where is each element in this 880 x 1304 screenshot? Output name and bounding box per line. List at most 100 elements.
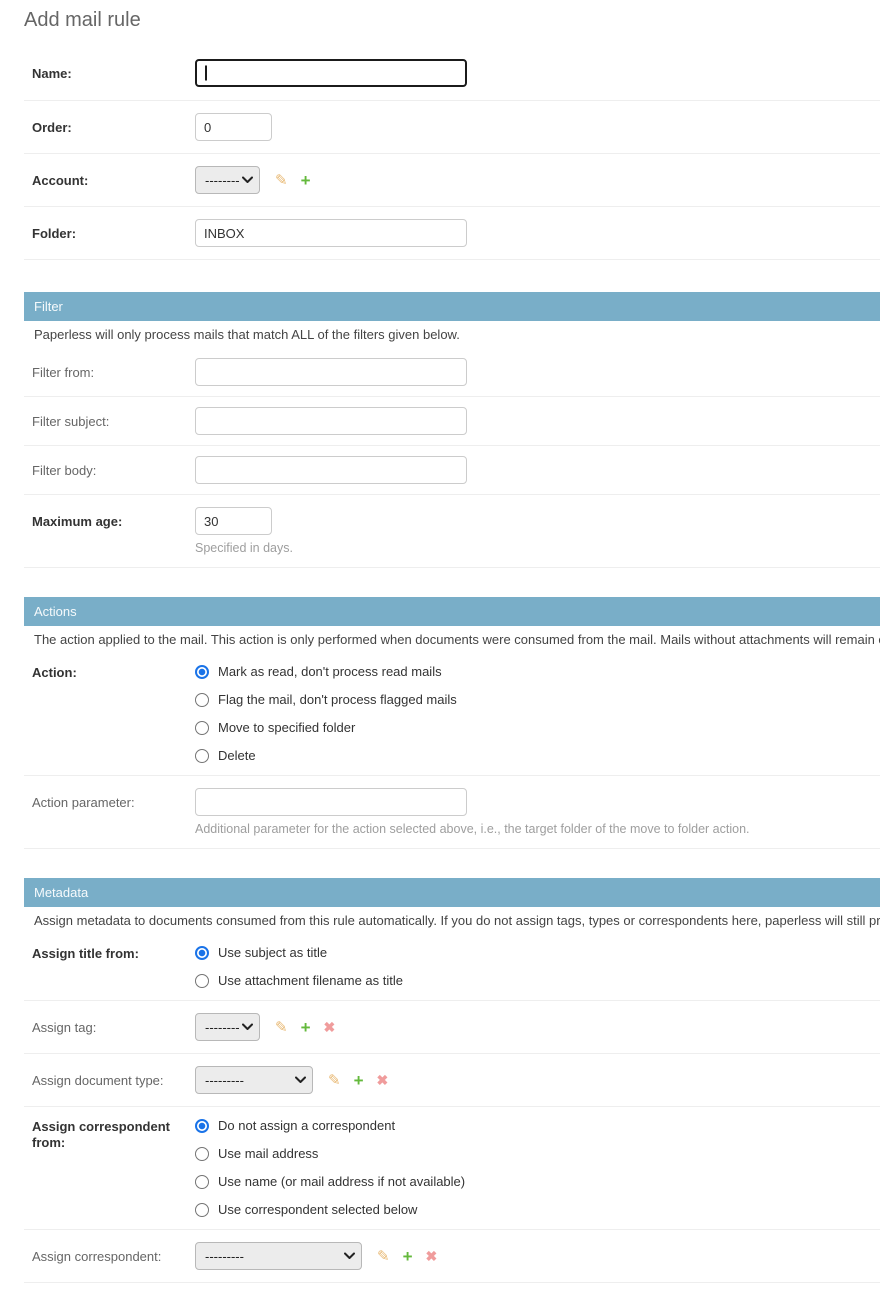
assign-document-type-select[interactable]: --------- [195, 1066, 313, 1094]
radio-unchecked-icon[interactable] [195, 693, 209, 707]
assign-tag-row: Assign tag: --------- ✎ + ✖ [24, 1001, 880, 1054]
actions-description: The action applied to the mail. This act… [24, 626, 880, 653]
radio-label: Delete [218, 749, 256, 763]
maximum-age-label: Maximum age: [32, 507, 195, 530]
text-cursor [205, 66, 207, 81]
page-title: Add mail rule [24, 8, 880, 32]
account-row: Account: --------- ✎ + [24, 154, 880, 207]
radio-label: Use mail address [218, 1147, 318, 1161]
folder-row: Folder: [24, 207, 880, 260]
radio-label: Use attachment filename as title [218, 974, 403, 988]
assign-document-type-label: Assign document type: [32, 1066, 195, 1089]
action-parameter-label: Action parameter: [32, 788, 195, 811]
add-tag-icon[interactable]: + [301, 1019, 311, 1036]
assign-correspondent-from-option-2[interactable]: Use name (or mail address if not availab… [195, 1175, 465, 1189]
radio-unchecked-icon[interactable] [195, 974, 209, 988]
radio-label: Use subject as title [218, 946, 327, 960]
delete-document-type-icon[interactable]: ✖ [377, 1073, 389, 1087]
name-input[interactable] [195, 59, 467, 87]
action-row: Action: Mark as read, don't process read… [24, 653, 880, 776]
assign-correspondent-from-option-0[interactable]: Do not assign a correspondent [195, 1119, 465, 1133]
assign-tag-label: Assign tag: [32, 1013, 195, 1036]
action-option-0[interactable]: Mark as read, don't process read mails [195, 665, 457, 679]
action-option-3[interactable]: Delete [195, 749, 457, 763]
assign-title-option-1[interactable]: Use attachment filename as title [195, 974, 403, 988]
assign-title-option-0[interactable]: Use subject as title [195, 946, 403, 960]
filter-description: Paperless will only process mails that m… [24, 321, 880, 348]
folder-input[interactable] [195, 219, 467, 247]
action-option-1[interactable]: Flag the mail, don't process flagged mai… [195, 693, 457, 707]
action-label: Action: [32, 665, 195, 681]
radio-checked-icon[interactable] [195, 665, 209, 679]
edit-document-type-icon[interactable]: ✎ [328, 1073, 341, 1088]
assign-correspondent-from-option-3[interactable]: Use correspondent selected below [195, 1203, 465, 1217]
radio-unchecked-icon[interactable] [195, 1203, 209, 1217]
account-label: Account: [32, 166, 195, 189]
order-row: Order: [24, 101, 880, 154]
add-account-icon[interactable]: + [301, 172, 311, 189]
radio-label: Use correspondent selected below [218, 1203, 417, 1217]
edit-tag-icon[interactable]: ✎ [275, 1020, 288, 1035]
name-label: Name: [32, 59, 195, 82]
assign-title-from-radio-group: Use subject as title Use attachment file… [195, 946, 403, 988]
add-document-type-icon[interactable]: + [354, 1072, 364, 1089]
assign-document-type-row: Assign document type: --------- ✎ + ✖ [24, 1054, 880, 1107]
maximum-age-input[interactable] [195, 507, 272, 535]
filter-subject-input[interactable] [195, 407, 467, 435]
radio-label: Flag the mail, don't process flagged mai… [218, 693, 457, 707]
filter-subject-row: Filter subject: [24, 397, 880, 446]
delete-correspondent-icon[interactable]: ✖ [426, 1249, 438, 1263]
account-select[interactable]: --------- [195, 166, 260, 194]
assign-correspondent-label: Assign correspondent: [32, 1242, 195, 1265]
radio-checked-icon[interactable] [195, 1119, 209, 1133]
add-mail-rule-form: Add mail rule Name: Order: Account: ----… [24, 8, 880, 1283]
assign-title-from-label: Assign title from: [32, 946, 195, 962]
maximum-age-row: Maximum age: Specified in days. [24, 495, 880, 568]
assign-title-from-row: Assign title from: Use subject as title … [24, 934, 880, 1001]
assign-correspondent-select[interactable]: --------- [195, 1242, 362, 1270]
radio-label: Move to specified folder [218, 721, 355, 735]
filter-section: Filter Paperless will only process mails… [24, 292, 880, 568]
assign-correspondent-from-row: Assign correspondent from: Do not assign… [24, 1107, 880, 1230]
filter-subject-label: Filter subject: [32, 407, 195, 430]
radio-unchecked-icon[interactable] [195, 1175, 209, 1189]
filter-body-label: Filter body: [32, 456, 195, 479]
section-header-filter: Filter [24, 292, 880, 321]
order-input[interactable] [195, 113, 272, 141]
filter-from-row: Filter from: [24, 348, 880, 397]
radio-checked-icon[interactable] [195, 946, 209, 960]
maximum-age-help: Specified in days. [195, 541, 293, 555]
radio-label: Mark as read, don't process read mails [218, 665, 442, 679]
action-radio-group: Mark as read, don't process read mails F… [195, 665, 457, 763]
action-parameter-input[interactable] [195, 788, 467, 816]
assign-correspondent-from-option-1[interactable]: Use mail address [195, 1147, 465, 1161]
folder-label: Folder: [32, 219, 195, 242]
filter-body-row: Filter body: [24, 446, 880, 495]
metadata-description: Assign metadata to documents consumed fr… [24, 907, 880, 934]
action-parameter-help: Additional parameter for the action sele… [195, 822, 750, 836]
delete-tag-icon[interactable]: ✖ [324, 1020, 336, 1034]
action-option-2[interactable]: Move to specified folder [195, 721, 457, 735]
name-row: Name: [24, 46, 880, 101]
radio-unchecked-icon[interactable] [195, 721, 209, 735]
metadata-section: Metadata Assign metadata to documents co… [24, 878, 880, 1283]
radio-unchecked-icon[interactable] [195, 749, 209, 763]
actions-section: Actions The action applied to the mail. … [24, 597, 880, 849]
radio-unchecked-icon[interactable] [195, 1147, 209, 1161]
filter-body-input[interactable] [195, 456, 467, 484]
order-label: Order: [32, 113, 195, 136]
section-header-metadata: Metadata [24, 878, 880, 907]
radio-label: Use name (or mail address if not availab… [218, 1175, 465, 1189]
section-header-actions: Actions [24, 597, 880, 626]
edit-correspondent-icon[interactable]: ✎ [377, 1249, 390, 1264]
add-correspondent-icon[interactable]: + [403, 1248, 413, 1265]
filter-from-label: Filter from: [32, 358, 195, 381]
assign-tag-select[interactable]: --------- [195, 1013, 260, 1041]
action-parameter-row: Action parameter: Additional parameter f… [24, 776, 880, 849]
edit-account-icon[interactable]: ✎ [275, 173, 288, 188]
assign-correspondent-from-label: Assign correspondent from: [32, 1119, 195, 1151]
filter-from-input[interactable] [195, 358, 467, 386]
radio-label: Do not assign a correspondent [218, 1119, 395, 1133]
assign-correspondent-from-radio-group: Do not assign a correspondent Use mail a… [195, 1119, 465, 1217]
assign-correspondent-row: Assign correspondent: --------- ✎ + ✖ [24, 1230, 880, 1283]
